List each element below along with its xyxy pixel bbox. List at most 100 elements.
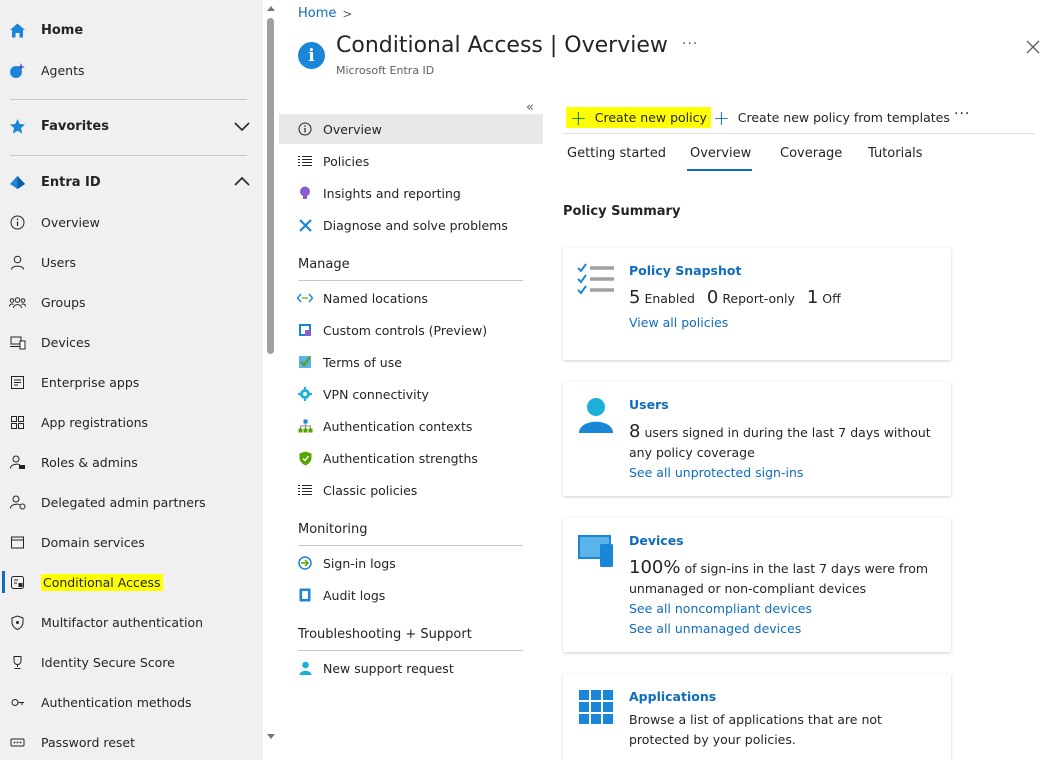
tab-getting-started[interactable]: Getting started	[567, 146, 666, 161]
nav-item-groups[interactable]: Groups	[0, 285, 263, 319]
domain-services-icon	[9, 534, 26, 551]
command-more-button[interactable]: ···	[954, 106, 970, 122]
list-icon	[297, 153, 313, 169]
users-title[interactable]: Users	[629, 397, 669, 412]
nav-home[interactable]: Home	[0, 13, 263, 47]
create-from-templates-button[interactable]: + Create new policy from templates	[713, 107, 950, 128]
nav-item-label: Conditional Access	[41, 573, 163, 591]
applications-card: Applications Browse a list of applicatio…	[563, 674, 951, 760]
info-circle-icon	[297, 121, 313, 137]
tab-tutorials[interactable]: Tutorials	[868, 146, 923, 161]
off-count: 1	[806, 287, 819, 308]
nav-item-mfa[interactable]: Multifactor authentication	[0, 605, 263, 639]
nav-entra-id-label: Entra ID	[41, 174, 101, 190]
checklist-icon	[577, 263, 614, 295]
nav-item-overview[interactable]: Overview	[0, 205, 263, 239]
tab-coverage[interactable]: Coverage	[780, 146, 842, 161]
noncompliant-devices-link[interactable]: See all noncompliant devices	[629, 601, 812, 616]
info-icon: i	[298, 42, 325, 69]
menu-item-diagnose[interactable]: Diagnose and solve problems	[279, 210, 543, 240]
menu-item-label: Insights and reporting	[323, 185, 461, 201]
user-icon	[579, 398, 613, 433]
section-manage: Manage	[298, 257, 350, 272]
active-tab-indicator	[687, 169, 752, 171]
menu-item-vpn[interactable]: VPN connectivity	[279, 379, 543, 409]
conditional-access-icon	[9, 574, 26, 591]
menu-item-new-support-request[interactable]: New support request	[279, 653, 543, 683]
chevron-down-icon[interactable]	[233, 117, 251, 135]
support-person-icon	[297, 660, 313, 676]
menu-item-label: Overview	[323, 121, 382, 137]
nav-item-identity-secure-score[interactable]: Identity Secure Score	[0, 645, 263, 679]
menu-item-label: VPN connectivity	[323, 386, 429, 402]
plus-icon: +	[570, 105, 587, 130]
menu-item-terms-of-use[interactable]: Terms of use	[279, 347, 543, 377]
nav-entra-id[interactable]: Entra ID	[0, 165, 263, 199]
more-options-button[interactable]: ···	[682, 36, 698, 52]
close-icon[interactable]	[1025, 39, 1041, 55]
nav-item-enterprise-apps[interactable]: Enterprise apps	[0, 365, 263, 399]
menu-item-sign-in-logs[interactable]: Sign-in logs	[279, 548, 543, 578]
nav-favorites-label: Favorites	[41, 118, 109, 134]
applications-title[interactable]: Applications	[629, 689, 716, 704]
scroll-thumb[interactable]	[267, 18, 274, 354]
nav-divider	[10, 99, 247, 100]
users-text: users signed in during the last 7 days w…	[629, 425, 931, 460]
enabled-count: 5	[629, 287, 641, 308]
report-only-count: 0	[706, 287, 719, 308]
menu-item-insights[interactable]: Insights and reporting	[279, 178, 543, 208]
sign-in-logs-icon	[297, 555, 313, 571]
menu-item-policies[interactable]: Policies	[279, 146, 543, 176]
entra-id-icon	[9, 174, 26, 191]
chevron-up-icon[interactable]	[233, 173, 251, 191]
nav-item-label: Enterprise apps	[41, 374, 140, 390]
devices-percent: 100%	[629, 557, 681, 578]
menu-item-named-locations[interactable]: Named locations	[279, 283, 543, 313]
menu-item-authentication-strengths[interactable]: Authentication strengths	[279, 443, 543, 473]
breadcrumb-home-link[interactable]: Home	[298, 6, 336, 21]
nav-item-label: Identity Secure Score	[41, 654, 175, 670]
unmanaged-devices-link[interactable]: See all unmanaged devices	[629, 621, 801, 636]
nav-scrollbar[interactable]	[264, 0, 278, 760]
menu-item-label: Audit logs	[323, 587, 386, 603]
unprotected-sign-ins-link[interactable]: See all unprotected sign-ins	[629, 465, 803, 480]
nav-item-password-reset[interactable]: Password reset	[0, 725, 263, 759]
nav-item-domain-services[interactable]: Domain services	[0, 525, 263, 559]
page-title: Conditional Access | Overview	[336, 33, 668, 58]
tab-overview[interactable]: Overview	[690, 146, 751, 161]
users-count: 8	[629, 421, 641, 442]
named-locations-icon	[297, 290, 313, 306]
policy-snapshot-title[interactable]: Policy Snapshot	[629, 263, 741, 278]
nav-item-devices[interactable]: Devices	[0, 325, 263, 359]
menu-item-authentication-contexts[interactable]: Authentication contexts	[279, 411, 543, 441]
groups-icon	[9, 294, 26, 311]
menu-item-label: Sign-in logs	[323, 555, 396, 571]
nav-agents[interactable]: Agents	[0, 53, 263, 87]
nav-item-conditional-access[interactable]: Conditional Access	[0, 565, 263, 599]
nav-item-app-registrations[interactable]: App registrations	[0, 405, 263, 439]
nav-item-label: Multifactor authentication	[41, 614, 204, 630]
nav-item-delegated-admin[interactable]: Delegated admin partners	[0, 485, 263, 519]
scroll-down-arrow-icon[interactable]	[267, 734, 275, 739]
roles-icon	[9, 454, 26, 471]
menu-item-overview[interactable]: Overview	[279, 114, 543, 144]
applications-description: Browse a list of applications that are n…	[629, 712, 882, 747]
nav-item-roles-admins[interactable]: Roles & admins	[0, 445, 263, 479]
menu-item-audit-logs[interactable]: Audit logs	[279, 580, 543, 610]
nav-favorites[interactable]: Favorites	[0, 109, 263, 143]
nav-item-label: Authentication methods	[41, 694, 192, 710]
menu-item-custom-controls[interactable]: Custom controls (Preview)	[279, 315, 543, 345]
view-all-policies-link[interactable]: View all policies	[629, 315, 728, 330]
nav-item-authentication-methods[interactable]: Authentication methods	[0, 685, 263, 719]
collapse-menu-button[interactable]: «	[526, 100, 534, 115]
scroll-up-arrow-icon[interactable]	[267, 6, 275, 11]
info-circle-icon	[9, 214, 26, 231]
menu-item-classic-policies[interactable]: Classic policies	[279, 475, 543, 505]
home-icon	[9, 22, 26, 39]
star-icon	[9, 118, 26, 135]
applications-grid-icon	[579, 690, 613, 724]
nav-item-users[interactable]: Users	[0, 245, 263, 279]
devices-title[interactable]: Devices	[629, 533, 684, 548]
gear-icon	[297, 386, 313, 402]
create-new-policy-button[interactable]: + Create new policy	[566, 107, 711, 128]
